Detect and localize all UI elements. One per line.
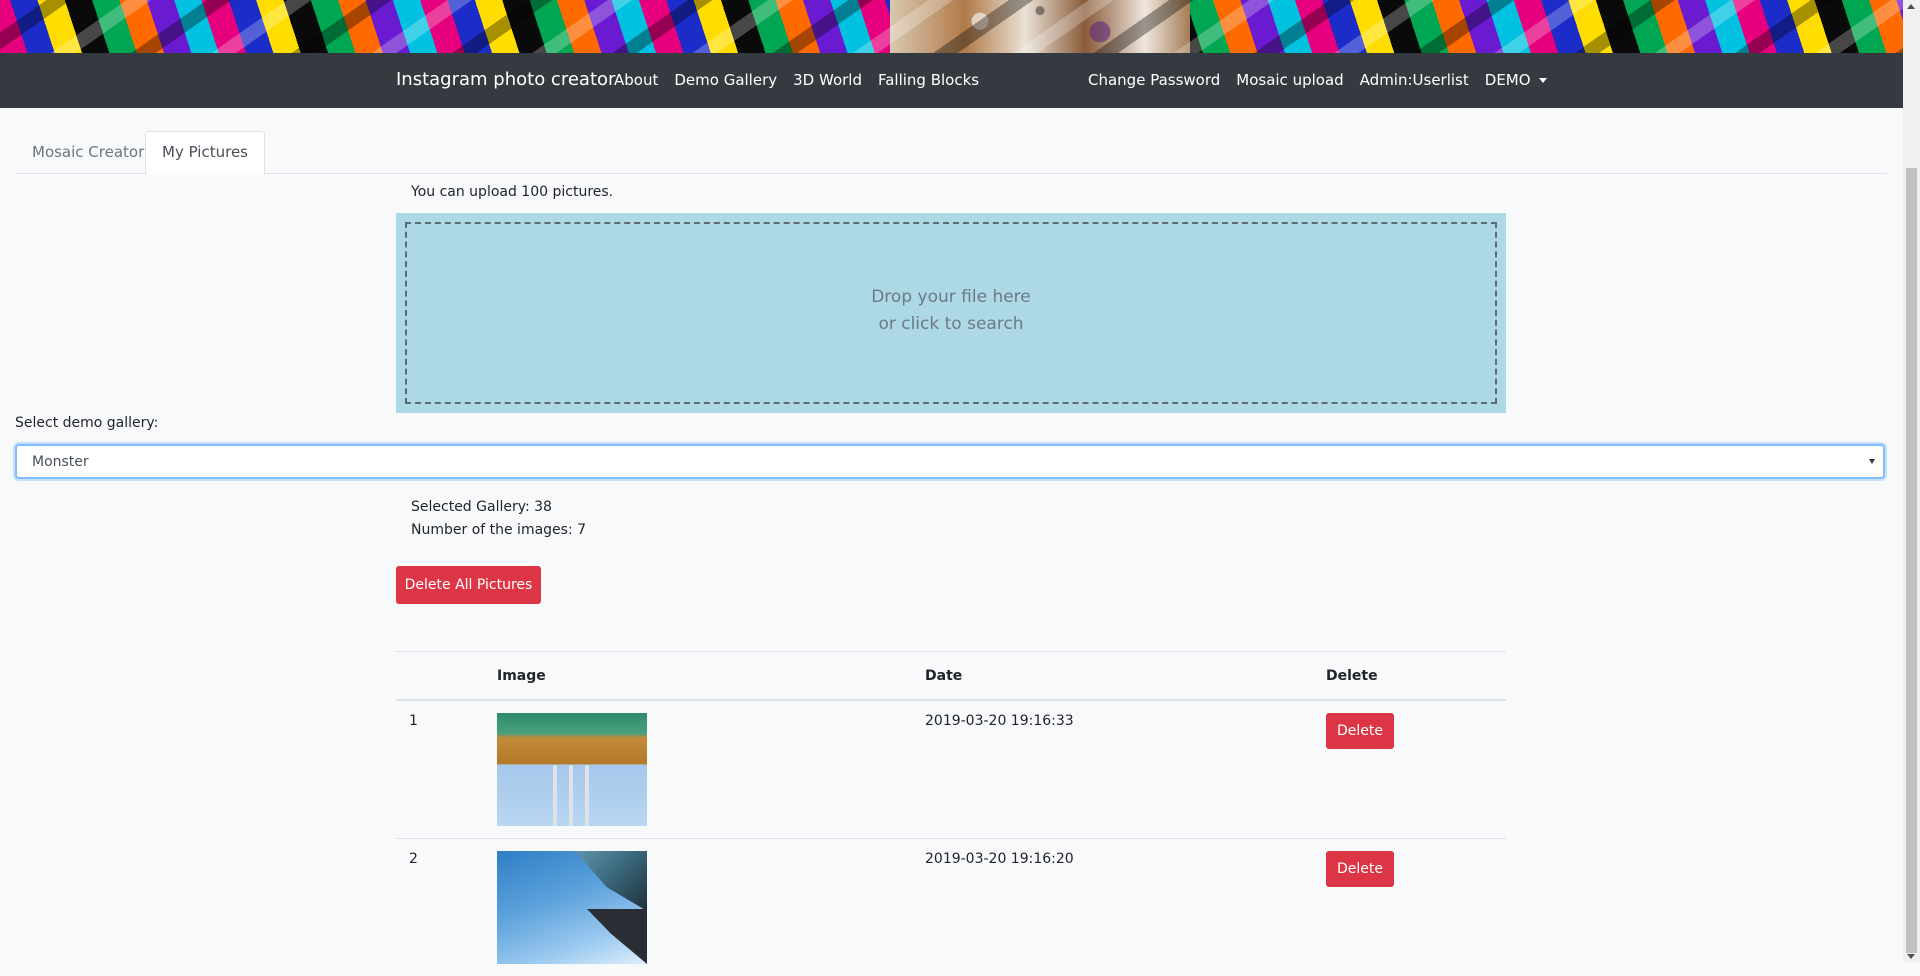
scroll-up-icon[interactable] — [1907, 4, 1915, 9]
header-image: Image — [484, 652, 912, 701]
upload-limit-text: You can upload 100 pictures. — [411, 184, 613, 200]
top-navbar: Instagram photo creator About Demo Galle… — [0, 53, 1920, 108]
gallery-select[interactable]: Monster — [15, 444, 1885, 479]
dropzone-line2: or click to search — [407, 311, 1495, 338]
page-scrollbar[interactable] — [1903, 0, 1920, 963]
header-index — [396, 652, 484, 701]
gallery-select-value: Monster — [32, 454, 89, 470]
delete-all-button[interactable]: Delete All Pictures — [396, 566, 541, 604]
chevron-down-icon — [1869, 459, 1875, 464]
scroll-down-icon[interactable] — [1907, 954, 1915, 959]
row-index: 1 — [396, 700, 484, 839]
delete-button[interactable]: Delete — [1326, 851, 1394, 887]
row-date: 2019-03-20 19:16:20 — [912, 839, 1313, 976]
mosaic-banner — [0, 0, 1920, 53]
nav-falling-blocks[interactable]: Falling Blocks — [878, 71, 979, 89]
selected-gallery-text: Selected Gallery: 38 — [411, 499, 552, 515]
delete-button[interactable]: Delete — [1326, 713, 1394, 749]
nav-3d-world[interactable]: 3D World — [793, 71, 862, 89]
nav-mosaic-upload[interactable]: Mosaic upload — [1236, 71, 1343, 89]
tab-bar: Mosaic Creator My Pictures — [15, 131, 1887, 174]
table-row: 1 2019-03-20 19:16:33 Delete — [396, 700, 1506, 839]
gallery-select-label: Select demo gallery: — [15, 415, 158, 431]
nav-left: About Demo Gallery 3D World Falling Bloc… — [614, 71, 995, 89]
scrollbar-thumb[interactable] — [1906, 168, 1917, 953]
tab-my-pictures[interactable]: My Pictures — [145, 131, 265, 175]
table-row: 2 2019-03-20 19:16:20 Delete — [396, 839, 1506, 976]
table-header-row: Image Date Delete — [396, 652, 1506, 701]
file-dropzone[interactable]: Drop your file here or click to search — [396, 213, 1506, 413]
pictures-table: Image Date Delete 1 2019-03-20 19:16:33 … — [396, 651, 1506, 976]
row-date: 2019-03-20 19:16:33 — [912, 700, 1313, 839]
picture-thumbnail — [497, 851, 647, 964]
nav-change-password[interactable]: Change Password — [1088, 71, 1220, 89]
row-index: 2 — [396, 839, 484, 976]
picture-thumbnail — [497, 713, 647, 826]
tab-mosaic-creator[interactable]: Mosaic Creator — [15, 131, 161, 174]
nav-right: Change Password Mosaic upload Admin:User… — [1088, 71, 1563, 89]
nav-about[interactable]: About — [614, 71, 658, 89]
user-menu-label: DEMO — [1485, 71, 1531, 89]
nav-demo-gallery[interactable]: Demo Gallery — [674, 71, 777, 89]
dropzone-line1: Drop your file here — [407, 284, 1495, 311]
brand-link[interactable]: Instagram photo creator — [396, 69, 615, 90]
image-count-text: Number of the images: 7 — [411, 522, 586, 538]
header-date: Date — [912, 652, 1313, 701]
user-menu-dropdown[interactable]: DEMO — [1485, 71, 1547, 89]
nav-admin-userlist[interactable]: Admin:Userlist — [1360, 71, 1469, 89]
header-delete: Delete — [1313, 652, 1506, 701]
caret-down-icon — [1539, 78, 1547, 83]
